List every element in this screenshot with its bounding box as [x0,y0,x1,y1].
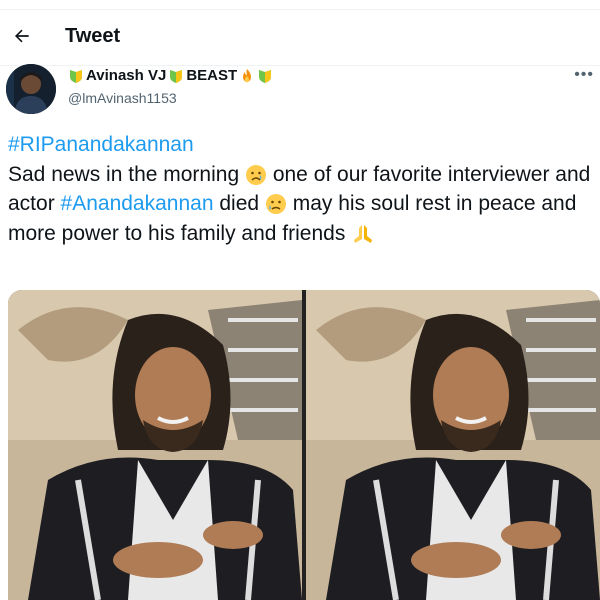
tweet-text: #RIPanandakannan Sad news in the morning… [8,130,596,248]
badge-icon [170,69,183,83]
user-name[interactable]: Avinash VJ BEAST [68,67,273,84]
header: Tweet [0,10,600,66]
back-arrow-icon [15,29,29,43]
more-icon[interactable]: ••• [574,66,594,84]
folded-hands-icon [354,224,373,243]
tweet-text-part3: died [219,192,260,215]
tweet-media[interactable] [8,290,600,600]
crying-face-icon [245,164,266,185]
avatar-image [6,64,56,114]
user-handle[interactable]: @lmAvinash1153 [68,90,177,106]
badge-icon [259,69,272,83]
hashtag-ripanandakannan[interactable]: #RIPanandakannan [8,133,194,156]
user-name-part1: Avinash VJ [86,67,167,84]
media-image-left [8,290,302,600]
media-image-right [306,290,600,600]
user-name-part2: BEAST [186,67,238,84]
hashtag-anandakannan[interactable]: #Anandakannan [61,192,214,215]
tweet-text-part1: Sad news in the morning [8,162,240,186]
page-title: Tweet [65,25,121,47]
fire-icon [243,68,252,82]
top-border [0,0,600,10]
back-button[interactable] [8,22,36,50]
avatar[interactable] [6,64,56,114]
badge-icon [70,69,82,83]
sad-face-icon [265,194,286,214]
